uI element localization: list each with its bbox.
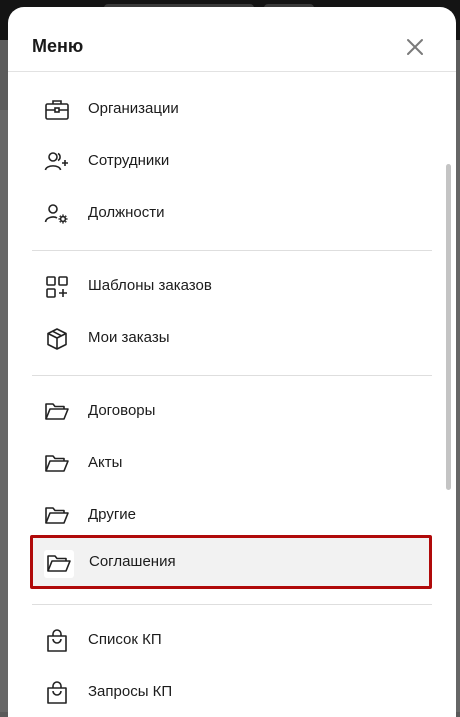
menu-item-organizations[interactable]: Организации [32, 86, 430, 134]
shopping-bag-icon [44, 681, 70, 705]
menu-divider [32, 250, 432, 251]
menu-item-positions[interactable]: Должности [32, 190, 430, 238]
menu-item-label: Организации [88, 100, 179, 117]
user-settings-icon [44, 202, 70, 226]
folder-icon [44, 400, 70, 424]
menu-modal: Меню Организации Сотрудники Должности Ша… [8, 7, 456, 717]
menu-item-label: Сотрудники [88, 152, 170, 169]
menu-list: Организации Сотрудники Должности Шаблоны… [8, 72, 456, 717]
menu-item-label: Список КП [88, 631, 162, 648]
folder-icon [44, 550, 74, 578]
menu-item-acts[interactable]: Акты [32, 440, 430, 488]
menu-item-quote-requests[interactable]: Запросы КП [32, 669, 430, 717]
close-button[interactable] [404, 36, 426, 58]
menu-item-label: Договоры [88, 402, 156, 419]
menu-item-label: Запросы КП [88, 683, 173, 700]
modal-header: Меню [8, 7, 456, 71]
menu-item-label: Соглашения [89, 553, 176, 570]
menu-item-label: Должности [88, 204, 165, 221]
users-add-icon [44, 150, 70, 174]
menu-divider [32, 604, 432, 605]
modal-title: Меню [32, 36, 84, 56]
menu-item-agreements[interactable]: Соглашения [30, 535, 432, 589]
menu-item-label: Другие [88, 506, 137, 523]
folder-icon [44, 504, 70, 528]
menu-item-label: Шаблоны заказов [88, 277, 212, 294]
menu-item-contracts[interactable]: Договоры [32, 388, 430, 436]
menu-item-my-orders[interactable]: Мои заказы [32, 315, 430, 363]
briefcase-icon [44, 98, 70, 122]
menu-item-order-templates[interactable]: Шаблоны заказов [32, 263, 430, 311]
menu-item-quotes-list[interactable]: Список КП [32, 617, 430, 665]
menu-item-label: Мои заказы [88, 329, 170, 346]
menu-item-other[interactable]: Другие [32, 492, 430, 540]
scrollbar[interactable] [446, 164, 451, 490]
shopping-bag-icon [44, 629, 70, 653]
close-icon [404, 36, 426, 58]
menu-item-label: Акты [88, 454, 123, 471]
folder-icon [44, 452, 70, 476]
grid-add-icon [44, 275, 70, 299]
menu-item-employees[interactable]: Сотрудники [32, 138, 430, 186]
menu-divider [32, 375, 432, 376]
box-icon [44, 327, 70, 351]
